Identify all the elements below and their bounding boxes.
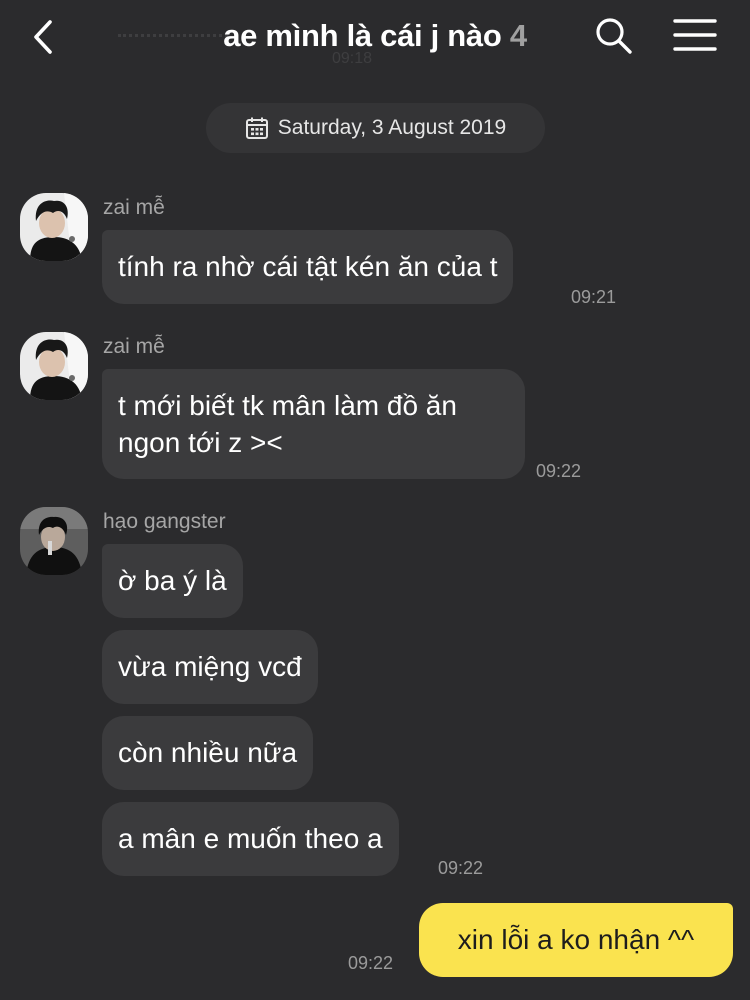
avatar[interactable]: [20, 193, 88, 261]
message-bubble[interactable]: tính ra nhờ cái tật kén ăn của t: [102, 230, 514, 304]
menu-button[interactable]: [673, 18, 717, 54]
search-icon: [596, 18, 632, 54]
sender-name: hạo gangster: [103, 510, 226, 533]
my-message-time: 09:22: [348, 953, 394, 973]
message-bubble[interactable]: ờ ba ý là: [102, 544, 243, 618]
search-button[interactable]: [594, 16, 634, 56]
member-count: 4: [509, 18, 527, 53]
message-time: 09:22: [438, 858, 484, 878]
message-bubble[interactable]: còn nhiều nữa: [102, 716, 314, 790]
chat-title[interactable]: ae mình là cái j nào 4: [0, 18, 750, 54]
avatar[interactable]: [20, 332, 88, 400]
calendar-icon: [245, 117, 268, 139]
hamburger-menu-icon: [673, 19, 717, 51]
message-bubble[interactable]: a mân e muốn theo a: [102, 802, 399, 876]
chat-header: 09:18 ae mình là cái j nào 4: [0, 0, 750, 78]
date-separator: Saturday, 3 August 2019: [206, 103, 545, 153]
message-bubble[interactable]: vừa miệng vcđ: [102, 630, 318, 704]
date-text: Saturday, 3 August 2019: [277, 116, 507, 139]
message-time: 09:21: [571, 287, 617, 307]
avatar[interactable]: [20, 507, 88, 575]
message-bubble[interactable]: t mới biết tk mân làm đồ ăn ngon tới z >…: [102, 369, 525, 479]
my-message-bubble[interactable]: xin lỗi a ko nhận ^^: [419, 903, 733, 977]
sender-name: zai mễ: [103, 335, 165, 358]
message-time: 09:22: [536, 461, 582, 481]
sender-name: zai mễ: [103, 196, 165, 219]
chat-name: ae mình là cái j nào: [223, 18, 502, 53]
